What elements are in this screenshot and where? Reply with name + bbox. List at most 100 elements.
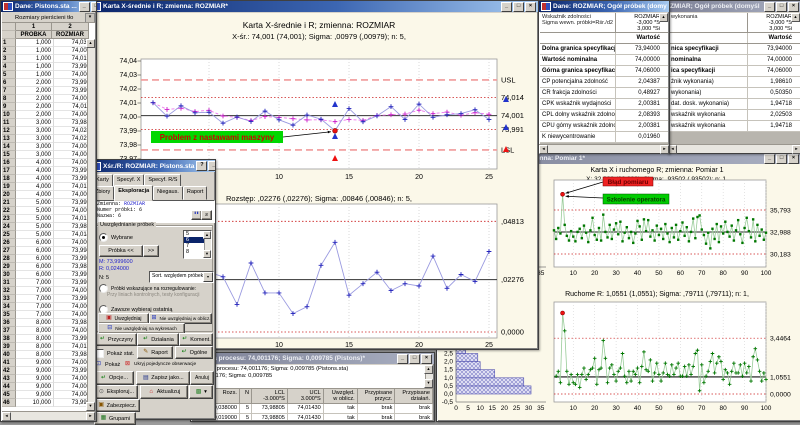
- table-row[interactable]: 266,00074,009: [2, 239, 95, 247]
- table-row[interactable]: 204,00074,009: [2, 191, 95, 199]
- table-row[interactable]: 41,00073,992: [2, 63, 95, 71]
- table-row[interactable]: 286,00073,997: [2, 255, 95, 263]
- table-row[interactable]: 276,00073,994: [2, 247, 95, 255]
- horizontal-scrollbar[interactable]: ◄ ►: [2, 411, 95, 420]
- table-row[interactable]: 123,00074,024: [2, 127, 95, 135]
- scroll-right-icon[interactable]: ►: [86, 412, 95, 420]
- horizontal-scrollbar[interactable]: ◄ ►: [539, 144, 669, 153]
- table-row[interactable]: 245,00073,989: [2, 223, 95, 231]
- table-row[interactable]: 72,00073,992: [2, 87, 95, 95]
- vertical-scrollbar[interactable]: ▲ ▼: [425, 365, 433, 388]
- table-row[interactable]: 143,00074,005: [2, 143, 95, 151]
- stat-row[interactable]: Górna granica specyfikacji74,06000: [540, 66, 668, 77]
- scroll-right-icon[interactable]: ►: [792, 145, 800, 154]
- scroll-down-icon[interactable]: ▼: [203, 250, 211, 258]
- table-row[interactable]: 62,00073,995: [2, 79, 95, 87]
- zapisz-jako-button[interactable]: ▤ Zapisz jako...: [136, 371, 190, 385]
- tab-niegaus[interactable]: Niegaus.: [153, 186, 183, 200]
- maximize-button[interactable]: □: [776, 2, 787, 12]
- window-titlebar[interactable]: Dane: ROZMIAR; Ogół próbek (domy _ □ ×: [539, 1, 669, 12]
- table-row[interactable]: 133,00074,021: [2, 135, 95, 143]
- maximize-button[interactable]: □: [776, 154, 787, 164]
- stat-row[interactable]: wskaźnik wykonania2,02503: [669, 110, 800, 121]
- scroll-up-icon[interactable]: ▲: [203, 231, 211, 239]
- table-row[interactable]: 388,00073,993: [2, 335, 95, 343]
- scroll-left-icon[interactable]: ◄: [539, 145, 548, 154]
- table-row[interactable]: 347,00074,000: [2, 303, 95, 311]
- scroll-up-icon[interactable]: ▲: [86, 39, 95, 48]
- scroll-down-icon[interactable]: ▼: [86, 402, 95, 411]
- radio-wybrane[interactable]: Wybrane: [99, 233, 133, 242]
- table-row[interactable]: 113,00073,988: [2, 119, 95, 127]
- raport-button[interactable]: ✎ Raport: [137, 346, 173, 359]
- window-titlebar[interactable]: Dane: Pistons.sta ... _ □ ×: [1, 1, 96, 12]
- probka-button[interactable]: Próbka <<: [99, 245, 143, 257]
- anuluj-button[interactable]: Anuluj: [190, 371, 214, 385]
- header-dropdown-icon[interactable]: ▾: [85, 13, 95, 23]
- stat-row[interactable]: nominalna74,00000: [669, 55, 800, 66]
- stat-row[interactable]: wskaźnik wykonania1,94718: [669, 121, 800, 132]
- koment-button[interactable]: ↵ Koment.: [179, 333, 213, 346]
- stat-row[interactable]: ica specyfikacji74,06000: [669, 66, 800, 77]
- scroll-up-icon[interactable]: ▲: [424, 365, 433, 374]
- table-row[interactable]: 21,00074,002: [2, 47, 95, 55]
- table-row[interactable]: 419,00074,008: [2, 359, 95, 367]
- stat-row[interactable]: CP potencjalna zdolność2,04387: [540, 77, 668, 88]
- table-row[interactable]: 92,00074,011: [2, 103, 95, 111]
- stat-row[interactable]: CPU górny wskaźnik zdolności2,00381: [540, 121, 668, 132]
- table-row[interactable]: 00,038000573,9880574,01430takbrakbrak: [192, 404, 433, 414]
- ogolne-button[interactable]: ↵ Ogólne: [175, 346, 213, 359]
- dropdown-arrow-icon[interactable]: ▾: [203, 272, 213, 282]
- table-row[interactable]: 327,00074,006: [2, 287, 95, 295]
- minimize-button[interactable]: _: [208, 161, 215, 171]
- tab-raport[interactable]: Raport: [183, 186, 208, 200]
- scroll-up-icon[interactable]: ▲: [659, 13, 668, 22]
- forward-button[interactable]: >>: [143, 245, 159, 257]
- table-row[interactable]: 174,00073,996: [2, 167, 95, 175]
- grupami-button[interactable]: ▦ Grupami: [94, 412, 136, 425]
- table-row[interactable]: 194,00074,015: [2, 183, 95, 191]
- close-button[interactable]: ×: [788, 154, 799, 164]
- aktualizuj-button[interactable]: ⌂ Aktualizuj: [140, 385, 188, 399]
- column-header-probka[interactable]: PRÓBKA: [16, 31, 52, 39]
- minimize-button[interactable]: _: [501, 2, 512, 12]
- table-row[interactable]: 82,00074,001: [2, 95, 95, 103]
- pokaz-checkbox[interactable]: ⊡ Pokaż: [95, 361, 120, 368]
- stat-row[interactable]: wykonania)0,50350: [669, 88, 800, 99]
- sample-listbox[interactable]: 5678▲ ▼: [183, 230, 212, 259]
- table-row[interactable]: 408,00073,988: [2, 351, 95, 359]
- close-button[interactable]: ×: [421, 354, 432, 364]
- maximize-button[interactable]: □: [513, 2, 524, 12]
- table-row[interactable]: 11,00074,030: [2, 39, 95, 47]
- przyczyny-button[interactable]: ↵ Przyczyny: [95, 333, 137, 346]
- scroll-down-icon[interactable]: ▼: [424, 379, 433, 388]
- table-row[interactable]: 235,00074,015: [2, 215, 95, 223]
- table-row[interactable]: 449,00074,005: [2, 383, 95, 391]
- table-row[interactable]: 4610,00073,998: [2, 399, 95, 407]
- sort-dropdown[interactable]: Sort. względem próbek. ▾: [149, 271, 214, 283]
- table-row[interactable]: 164,00074,002: [2, 159, 95, 167]
- table-row[interactable]: 337,00073,994: [2, 295, 95, 303]
- table-row[interactable]: 31,00074,019: [2, 55, 95, 63]
- table-row[interactable]: 153,00074,002: [2, 151, 95, 159]
- stat-row[interactable]: Dolna granica specyfikacji73,94000: [540, 44, 668, 55]
- mini-s-button[interactable]: s: [201, 210, 212, 220]
- minimize-button[interactable]: _: [397, 354, 408, 364]
- close-button[interactable]: ×: [525, 2, 536, 12]
- vertical-scrollbar[interactable]: ▲ ▼: [87, 39, 95, 411]
- table-row[interactable]: 255,00074,014: [2, 231, 95, 239]
- table-row[interactable]: 378,00074,003: [2, 327, 95, 335]
- column-header-rozmiar[interactable]: ROZMIAR: [52, 31, 89, 39]
- scroll-right-icon[interactable]: ►: [660, 145, 669, 154]
- table-row[interactable]: 51,00074,008: [2, 71, 95, 79]
- window-titlebar[interactable]: ZMIAR; Ogół próbek (domyśl _ □ ×: [668, 1, 800, 12]
- table-row[interactable]: 398,00074,015: [2, 343, 95, 351]
- help-button[interactable]: ?: [196, 161, 207, 171]
- opcje-button[interactable]: ↵ Opcje...: [94, 371, 134, 385]
- ukryj-checkbox[interactable]: ⊠ Ukryj pojedyncze obserwacje: [124, 361, 196, 368]
- pokaz-stat-checkbox[interactable]: Pokaż stat.: [95, 349, 134, 358]
- tab-eksploracja[interactable]: Eksploracja: [114, 185, 153, 201]
- stat-row[interactable]: K niewycentrowanie0,01960: [540, 132, 668, 143]
- stat-row[interactable]: CPL dolny wskaźnik zdolności2,08393: [540, 110, 668, 121]
- window-titlebar[interactable]: Karta X-średnie i R; zmienna: ROZMIAR* _…: [89, 1, 538, 12]
